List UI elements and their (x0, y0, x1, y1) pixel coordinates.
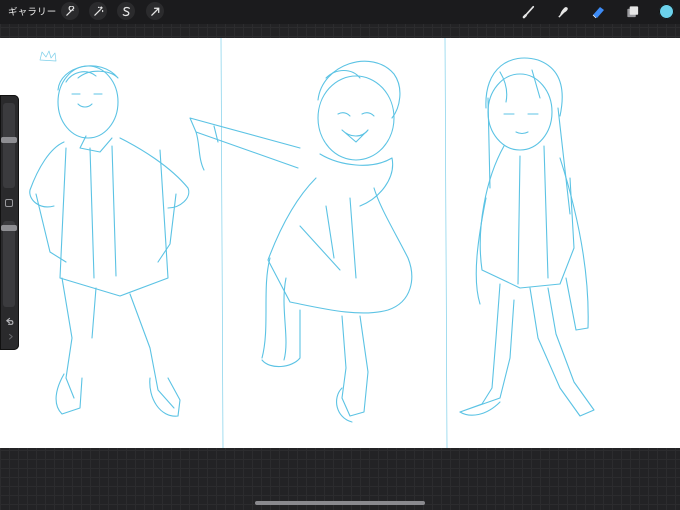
brush-tool[interactable] (521, 3, 538, 20)
brush-icon (522, 5, 535, 19)
actions-button[interactable] (61, 2, 79, 20)
color-picker-button[interactable] (659, 4, 674, 19)
smudge-tool[interactable] (555, 3, 572, 20)
magic-wand-icon (93, 5, 103, 16)
modify-button[interactable] (5, 199, 13, 207)
opacity-thumb[interactable] (1, 225, 17, 231)
eraser-icon (592, 6, 604, 18)
character-sketch-artwork (29, 38, 595, 448)
selection-s-icon (122, 6, 130, 16)
smudge-icon (558, 7, 568, 18)
gallery-button[interactable]: ギャラリー (8, 4, 57, 18)
opacity-slider[interactable] (3, 221, 15, 307)
transform-button[interactable] (146, 2, 164, 20)
top-toolbar: ギャラリー (0, 0, 680, 24)
drawing-canvas[interactable] (0, 38, 680, 448)
home-indicator[interactable] (255, 501, 425, 505)
layers-icon (627, 6, 639, 18)
eraser-tool[interactable] (589, 3, 606, 20)
brush-size-slider[interactable] (3, 103, 15, 188)
layers-tool[interactable] (624, 3, 641, 20)
transform-arrow-icon (150, 7, 159, 16)
brush-size-thumb[interactable] (1, 137, 17, 143)
wrench-icon (65, 5, 74, 16)
redo-icon[interactable] (4, 333, 15, 344)
adjustments-button[interactable] (89, 2, 107, 20)
left-sidebar (0, 95, 19, 350)
undo-icon[interactable] (4, 317, 15, 328)
selection-button[interactable] (117, 2, 135, 20)
